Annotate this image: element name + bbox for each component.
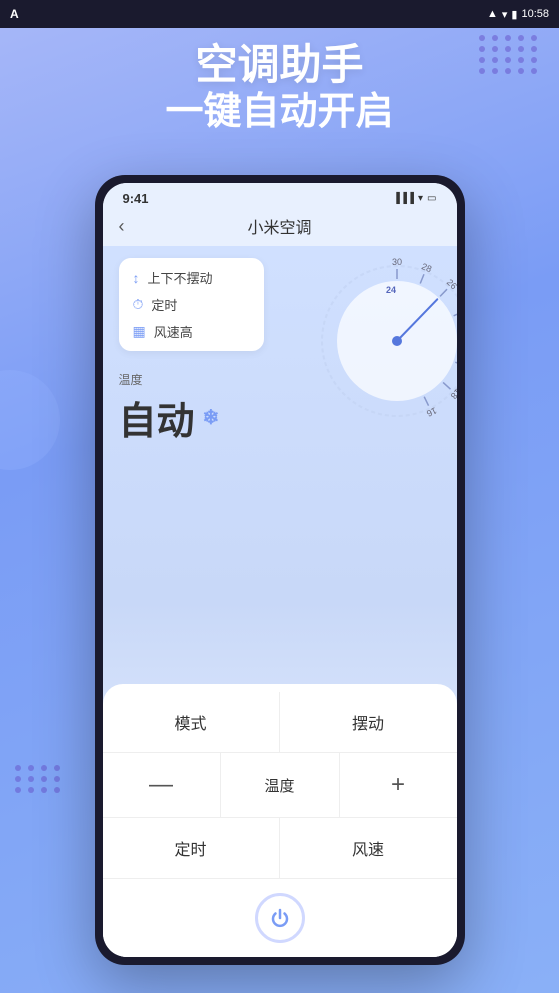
swing-icon: ↕ (133, 270, 140, 286)
svg-text:30: 30 (391, 257, 401, 267)
power-button[interactable] (255, 893, 305, 943)
temp-minus-button[interactable]: — (103, 753, 221, 817)
speed-icon: ▦ (133, 323, 146, 340)
timer-speed-row: 定时 风速 (103, 818, 457, 879)
app-header: ‹ 小米空调 (103, 210, 457, 246)
timer-label: 定时 (151, 295, 177, 314)
ac-content: ↕ 上下不摆动 ⏱ 定时 ▦ 风速高 (103, 246, 457, 957)
mode-swing-row: 模式 摆动 (103, 692, 457, 753)
timer-control[interactable]: ⏱ 定时 (133, 295, 250, 314)
svg-text:16: 16 (424, 405, 437, 418)
phone-screen: 9:41 ▐▐▐ ▾ ▭ ‹ 小米空调 ↕ 上下不摆动 (103, 183, 457, 957)
app-title-line1: 空调助手 (0, 40, 559, 90)
speed-button[interactable]: 风速 (280, 818, 457, 878)
signal-icon: ▲ (487, 8, 498, 20)
status-bar: A ▲ ▾ ▮ 10:58 (0, 0, 559, 28)
app-title-line2: 一键自动开启 (0, 90, 559, 136)
temp-label-center: 温度 (221, 753, 339, 817)
dial-svg: 30 28 26 24 22 20 18 16 (307, 251, 457, 431)
status-time: 10:58 (521, 8, 549, 20)
temperature-dial: 30 28 26 24 22 20 18 16 (307, 251, 457, 431)
title-area: 空调助手 一键自动开启 (0, 40, 559, 136)
temp-text: 自动 (119, 390, 195, 445)
timer-button[interactable]: 定时 (103, 818, 280, 878)
swing-button[interactable]: 摆动 (280, 692, 457, 752)
speed-control[interactable]: ▦ 风速高 (133, 322, 250, 341)
timer-icon: ⏱ (133, 296, 144, 313)
controls-card: ↕ 上下不摆动 ⏱ 定时 ▦ 风速高 (119, 258, 264, 351)
phone-mockup: 9:41 ▐▐▐ ▾ ▭ ‹ 小米空调 ↕ 上下不摆动 (95, 175, 465, 965)
phone-time: 9:41 (123, 191, 149, 206)
wifi-icon: ▾ (502, 8, 508, 21)
mode-button[interactable]: 模式 (103, 692, 280, 752)
phone-wifi-icon: ▾ (418, 193, 423, 204)
bg-decoration-dots-bottom (15, 765, 62, 793)
snowflake-icon: ❄ (203, 405, 220, 430)
status-bar-right: ▲ ▾ ▮ 10:58 (487, 8, 549, 21)
temperature-row: — 温度 + (103, 753, 457, 818)
swing-label: 上下不摆动 (148, 268, 213, 287)
battery-icon: ▮ (511, 8, 517, 21)
bg-decoration-circle (0, 370, 60, 470)
control-top: ↕ 上下不摆动 ⏱ 定时 ▦ 风速高 (103, 246, 457, 363)
speed-label: 风速高 (154, 322, 193, 341)
power-row (103, 879, 457, 957)
svg-text:24: 24 (385, 285, 395, 295)
temp-plus-button[interactable]: + (339, 753, 457, 817)
power-icon (269, 907, 291, 929)
phone-signal-icon: ▐▐▐ (393, 193, 414, 204)
app-header-title: 小米空调 (247, 214, 311, 238)
svg-text:28: 28 (420, 261, 433, 274)
phone-status-icons: ▐▐▐ ▾ ▭ (393, 193, 437, 204)
swing-control[interactable]: ↕ 上下不摆动 (133, 268, 250, 287)
phone-battery-icon: ▭ (427, 193, 436, 204)
phone-status-bar: 9:41 ▐▐▐ ▾ ▭ (103, 183, 457, 210)
back-button[interactable]: ‹ (119, 216, 125, 237)
status-app-label: A (10, 7, 19, 21)
bottom-controls: 模式 摆动 — 温度 + 定时 风速 (103, 684, 457, 957)
